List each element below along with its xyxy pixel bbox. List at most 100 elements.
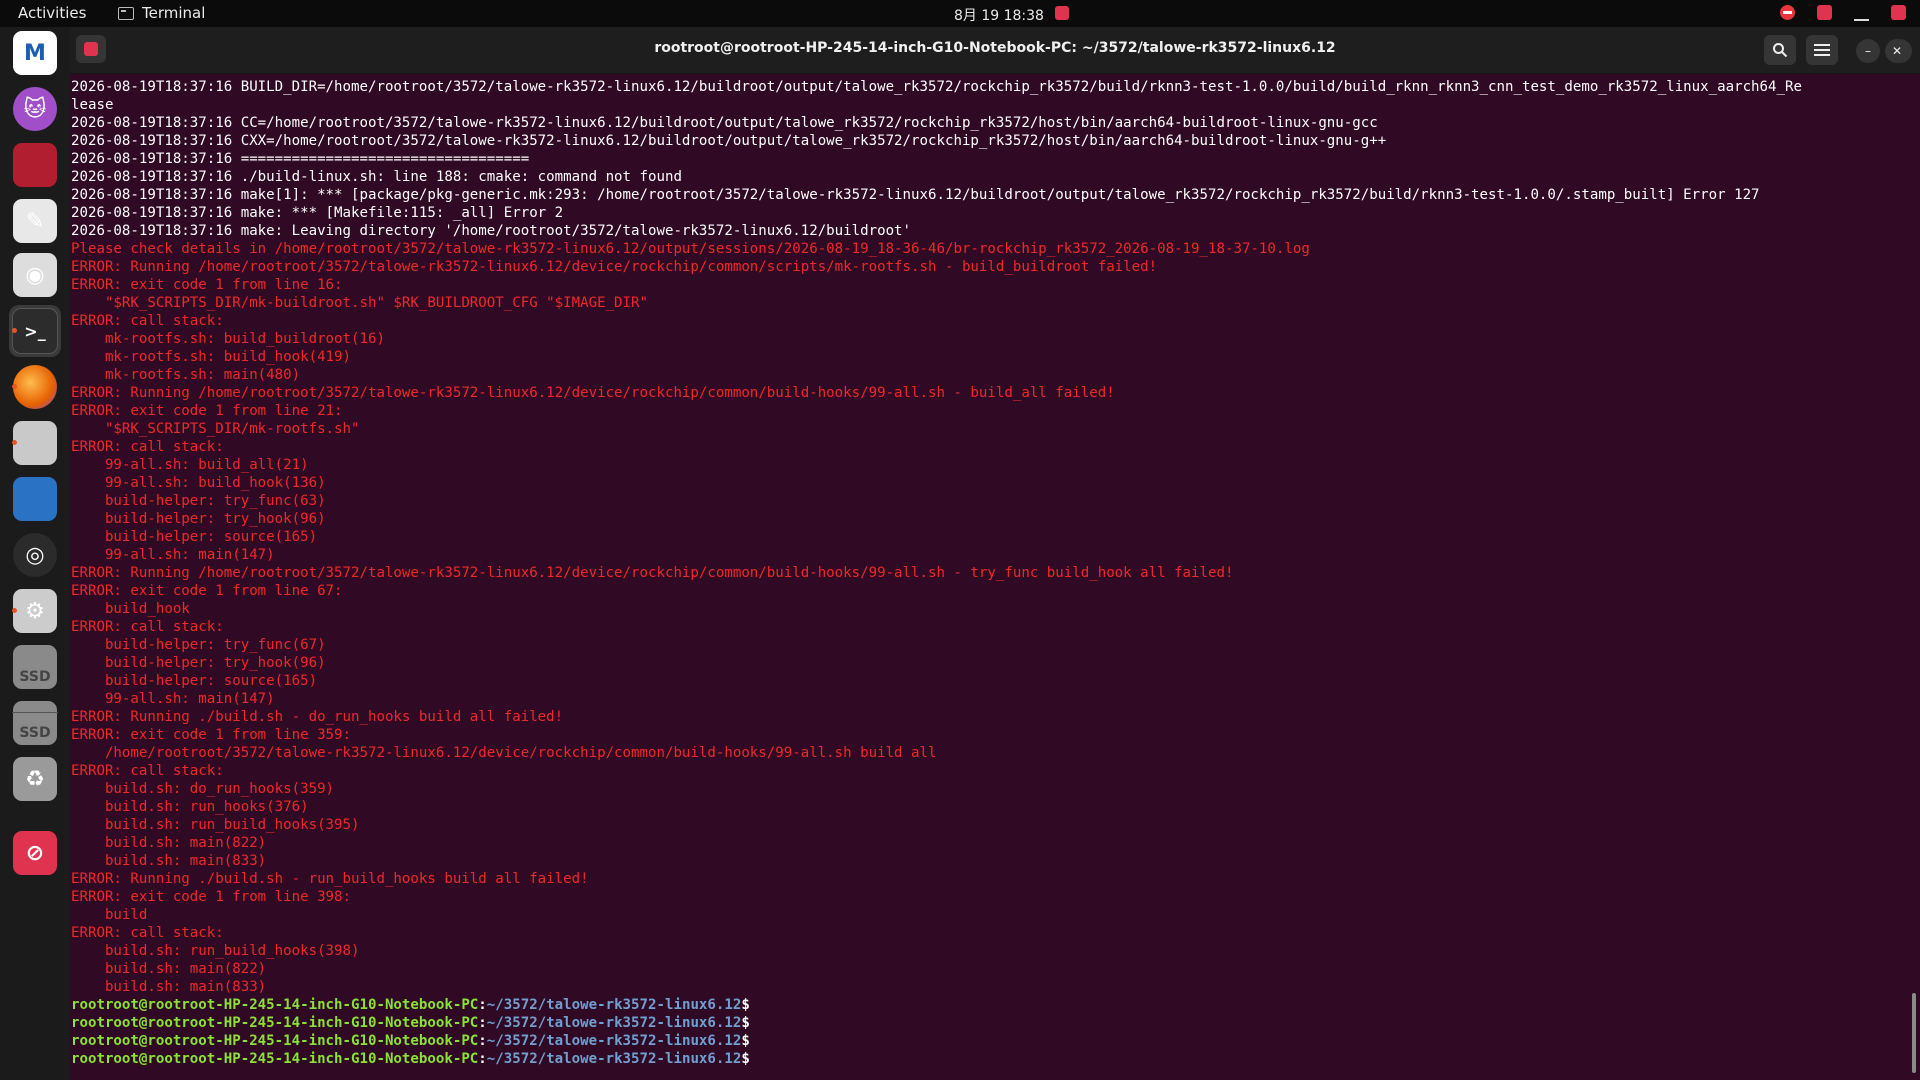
app-menu[interactable]: Terminal xyxy=(118,4,205,22)
screen-record-icon[interactable] xyxy=(1817,5,1832,20)
terminal-line: ERROR: call stack: xyxy=(71,313,224,329)
dock-item-firefox[interactable] xyxy=(9,361,61,413)
minimize-icon: – xyxy=(1865,44,1871,58)
network-icon[interactable] xyxy=(1854,4,1869,21)
dock-item-terminal[interactable]: >_ xyxy=(9,305,61,357)
clock[interactable]: 8月 19 18:38 xyxy=(954,5,1044,25)
running-indicator xyxy=(12,608,17,613)
terminal-line: 99-all.sh: build_hook(136) xyxy=(71,475,326,491)
terminal-line: ERROR: call stack: xyxy=(71,439,224,455)
dock-item-chat-app[interactable]: 🐱 xyxy=(9,83,61,135)
hamburger-icon xyxy=(1814,44,1830,56)
dock-item-obs[interactable]: ◎ xyxy=(9,529,61,581)
terminal-line: ERROR: exit code 1 from line 21: xyxy=(71,403,343,419)
terminal-line: build.sh: main(822) xyxy=(71,961,267,977)
dock-item-trash[interactable]: ♻ xyxy=(9,753,61,805)
prompt-symbol: $ xyxy=(741,1015,750,1031)
terminal-line: 99-all.sh: build_all(21) xyxy=(71,457,309,473)
running-indicator xyxy=(12,384,17,389)
terminal-line: build-helper: try_func(63) xyxy=(71,493,326,509)
terminal-line: ERROR: Running /home/rootroot/3572/talow… xyxy=(71,565,1234,581)
terminal-line: 2026-08-19T18:37:16 make: Leaving direct… xyxy=(71,223,912,239)
power-menu-icon[interactable] xyxy=(1891,5,1906,20)
terminal-line: ERROR: exit code 1 from line 359: xyxy=(71,727,352,743)
trash-icon: ♻ xyxy=(13,757,57,801)
ssd-2-icon: SSD xyxy=(13,701,57,745)
settings-icon: ⚙ xyxy=(13,589,57,633)
dock-item-mail-app[interactable]: M xyxy=(9,27,61,79)
terminal-line: 2026-08-19T18:37:16 ====================… xyxy=(71,151,530,167)
prompt-line: rootroot@rootroot-HP-245-14-inch-G10-Not… xyxy=(71,996,1902,1014)
terminal-line: mk-rootfs.sh: build_buildroot(16) xyxy=(71,331,385,347)
dock-item-ssd-2[interactable]: SSD xyxy=(9,697,61,749)
dock: M 🐱 ✎ ◉ >_ ◎ ⚙ SSD SSD ♻ ⊘ xyxy=(0,27,70,1080)
terminal-line: build.sh: main(833) xyxy=(71,979,267,995)
terminal-window: rootroot@rootroot-HP-245-14-inch-G10-Not… xyxy=(70,27,1920,1080)
terminal-line: build.sh: run_hooks(376) xyxy=(71,799,309,815)
dock-separator xyxy=(12,712,58,713)
prompt-separator: : xyxy=(478,997,487,1013)
terminal-line: build.sh: main(822) xyxy=(71,835,267,851)
prompt-path: ~/3572/talowe-rk3572-linux6.12 xyxy=(486,1033,742,1049)
prompt-path: ~/3572/talowe-rk3572-linux6.12 xyxy=(486,997,742,1013)
terminal-line: ERROR: Running ./build.sh - do_run_hooks… xyxy=(71,709,564,725)
screenshot-app-icon xyxy=(13,143,57,187)
prompt-line: rootroot@rootroot-HP-245-14-inch-G10-Not… xyxy=(71,1032,1902,1050)
mail-app-icon: M xyxy=(13,31,57,75)
prompt-symbol: $ xyxy=(741,1033,750,1049)
system-tray[interactable] xyxy=(1780,4,1906,21)
minimize-button[interactable]: – xyxy=(1856,39,1880,63)
terminal-line: ERROR: Running /home/rootroot/3572/talow… xyxy=(71,259,1158,275)
blocked-app-icon: ⊘ xyxy=(13,831,57,875)
terminal-line: mk-rootfs.sh: build_hook(419) xyxy=(71,349,352,365)
terminal-line: build-helper: try_func(67) xyxy=(71,637,326,653)
dock-item-webcam-app[interactable]: ◉ xyxy=(9,249,61,301)
terminal-line: ERROR: Running /home/rootroot/3572/talow… xyxy=(71,385,1115,401)
notification-indicator-icon xyxy=(1055,6,1069,20)
prompt-symbol: $ xyxy=(741,997,750,1013)
terminal-line: ERROR: call stack: xyxy=(71,763,224,779)
close-button[interactable]: ✕ xyxy=(1885,39,1909,63)
dock-item-writer[interactable] xyxy=(9,473,61,525)
chat-app-icon: 🐱 xyxy=(13,87,57,131)
do-not-disturb-icon[interactable] xyxy=(1780,5,1795,20)
terminal-line: build xyxy=(71,907,148,923)
firefox-icon xyxy=(13,365,57,409)
dock-item-blocked-app[interactable]: ⊘ xyxy=(9,827,61,879)
obs-icon: ◎ xyxy=(13,533,57,577)
activities-button[interactable]: Activities xyxy=(18,4,86,22)
prompt-path: ~/3572/talowe-rk3572-linux6.12 xyxy=(486,1015,742,1031)
ssd-1-icon: SSD xyxy=(13,645,57,689)
dock-item-files[interactable] xyxy=(9,417,61,469)
title-bar[interactable]: rootroot@rootroot-HP-245-14-inch-G10-Not… xyxy=(70,27,1920,74)
terminal-line: ERROR: exit code 1 from line 67: xyxy=(71,583,343,599)
terminal-line: 2026-08-19T18:37:16 make[1]: *** [packag… xyxy=(71,187,1760,203)
terminal-line: lease xyxy=(71,97,114,113)
files-icon xyxy=(13,421,57,465)
terminal-line: 2026-08-19T18:37:16 CC=/home/rootroot/35… xyxy=(71,115,1378,131)
terminal-output[interactable]: 2026-08-19T18:37:16 BUILD_DIR=/home/root… xyxy=(70,74,1902,1080)
terminal-icon: >_ xyxy=(12,308,58,354)
prompt-separator: : xyxy=(478,1051,487,1067)
running-indicator xyxy=(12,328,17,333)
search-button[interactable] xyxy=(1764,35,1796,65)
terminal-app-icon xyxy=(118,6,134,20)
prompt-user-host: rootroot@rootroot-HP-245-14-inch-G10-Not… xyxy=(71,1033,479,1049)
terminal-line: 2026-08-19T18:37:16 BUILD_DIR=/home/root… xyxy=(71,79,1802,95)
scrollbar[interactable] xyxy=(1912,993,1916,1073)
terminal-line: /home/rootroot/3572/talowe-rk3572-linux6… xyxy=(71,745,937,761)
prompt-user-host: rootroot@rootroot-HP-245-14-inch-G10-Not… xyxy=(71,1015,479,1031)
top-bar: Activities Terminal 8月 19 18:38 xyxy=(0,0,1920,27)
terminal-line: "$RK_SCRIPTS_DIR/mk-buildroot.sh" $RK_BU… xyxy=(71,295,648,311)
terminal-line: Please check details in /home/rootroot/3… xyxy=(71,241,1310,257)
dock-item-text-editor[interactable]: ✎ xyxy=(9,195,61,247)
terminal-line: build_hook xyxy=(71,601,190,617)
dock-item-ssd-1[interactable]: SSD xyxy=(9,641,61,693)
dock-item-settings[interactable]: ⚙ xyxy=(9,585,61,637)
dock-item-screenshot-app[interactable] xyxy=(9,139,61,191)
terminal-line: build.sh: main(833) xyxy=(71,853,267,869)
prompt-user-host: rootroot@rootroot-HP-245-14-inch-G10-Not… xyxy=(71,997,479,1013)
menu-button[interactable] xyxy=(1806,35,1838,65)
terminal-line: "$RK_SCRIPTS_DIR/mk-rootfs.sh" xyxy=(71,421,360,437)
prompt-line: rootroot@rootroot-HP-245-14-inch-G10-Not… xyxy=(71,1050,1902,1068)
